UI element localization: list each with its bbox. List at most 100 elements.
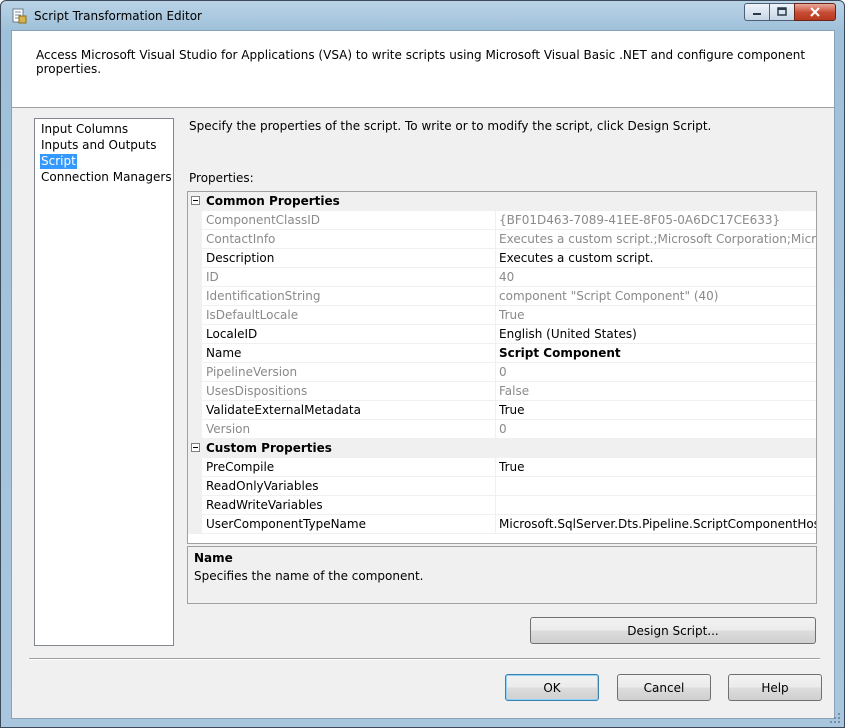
property-row[interactable]: UsesDispositions False bbox=[188, 382, 816, 401]
row-gutter bbox=[188, 401, 202, 420]
category-custom-properties[interactable]: Custom Properties bbox=[188, 439, 816, 458]
property-name: Description bbox=[206, 251, 275, 265]
row-gutter bbox=[188, 420, 202, 439]
property-value[interactable]: Script Component bbox=[495, 344, 816, 362]
property-value[interactable]: 0 bbox=[495, 420, 816, 438]
property-value[interactable]: False bbox=[495, 382, 816, 400]
property-row[interactable]: Description Executes a custom script. bbox=[188, 249, 816, 268]
design-script-button[interactable]: Design Script... bbox=[530, 617, 816, 644]
property-value[interactable]: 40 bbox=[495, 268, 816, 286]
row-gutter bbox=[188, 496, 202, 515]
resize-grip-icon[interactable] bbox=[829, 712, 841, 724]
instruction-text: Specify the properties of the script. To… bbox=[189, 119, 712, 133]
property-row[interactable]: PreCompile True bbox=[188, 458, 816, 477]
row-gutter bbox=[188, 306, 202, 325]
property-name: ReadWriteVariables bbox=[206, 498, 323, 512]
header-divider bbox=[12, 107, 834, 108]
help-title: Name bbox=[194, 551, 233, 565]
collapse-icon[interactable] bbox=[191, 443, 200, 452]
property-name: PreCompile bbox=[206, 460, 275, 474]
row-gutter bbox=[188, 230, 202, 249]
title-bar[interactable]: Script Transformation Editor bbox=[1, 1, 844, 31]
property-value[interactable]: {BF01D463-7089-41EE-8F05-0A6DC17CE633} bbox=[495, 211, 816, 229]
row-gutter bbox=[188, 363, 202, 382]
ok-button[interactable]: OK bbox=[505, 674, 599, 701]
property-value[interactable]: True bbox=[495, 401, 816, 419]
minimize-button[interactable] bbox=[744, 3, 770, 21]
maximize-icon bbox=[777, 7, 787, 16]
property-name: UsesDispositions bbox=[206, 384, 308, 398]
maximize-button[interactable] bbox=[769, 3, 795, 21]
property-row[interactable]: ValidateExternalMetadata True bbox=[188, 401, 816, 420]
property-name: Version bbox=[206, 422, 251, 436]
property-value[interactable]: Executes a custom script. bbox=[495, 249, 816, 267]
property-row[interactable]: UserComponentTypeName Microsoft.SqlServer… bbox=[188, 515, 816, 534]
property-name: ID bbox=[206, 270, 219, 284]
property-name: Name bbox=[206, 346, 242, 360]
close-button[interactable] bbox=[794, 3, 836, 21]
property-row[interactable]: IsDefaultLocale True bbox=[188, 306, 816, 325]
footer-divider bbox=[29, 658, 820, 659]
property-row[interactable]: ReadOnlyVariables bbox=[188, 477, 816, 496]
property-row[interactable]: ComponentClassID {BF01D463-7089-41EE-8F05… bbox=[188, 211, 816, 230]
help-description: Specifies the name of the component. bbox=[194, 569, 424, 583]
property-value[interactable]: 0 bbox=[495, 363, 816, 381]
dialog-client-area: Access Microsoft Visual Studio for Appli… bbox=[11, 30, 835, 719]
property-name: IdentificationString bbox=[206, 289, 321, 303]
property-name: ComponentClassID bbox=[206, 213, 321, 227]
property-name: ValidateExternalMetadata bbox=[206, 403, 361, 417]
close-icon bbox=[810, 7, 820, 17]
row-gutter bbox=[188, 211, 202, 230]
row-gutter bbox=[188, 515, 202, 534]
property-value[interactable] bbox=[495, 477, 816, 495]
property-value[interactable]: True bbox=[495, 458, 816, 476]
property-row[interactable]: ID 40 bbox=[188, 268, 816, 287]
property-row[interactable]: ContactInfo Executes a custom script.;Mic… bbox=[188, 230, 816, 249]
property-name: UserComponentTypeName bbox=[206, 517, 366, 531]
property-value[interactable]: Microsoft.SqlServer.Dts.Pipeline.ScriptC… bbox=[495, 515, 816, 533]
category-common-properties[interactable]: Common Properties bbox=[188, 192, 816, 211]
property-row[interactable]: ReadWriteVariables bbox=[188, 496, 816, 515]
property-value[interactable]: component "Script Component" (40) bbox=[495, 287, 816, 305]
window-title: Script Transformation Editor bbox=[34, 9, 202, 23]
property-name: LocaleID bbox=[206, 327, 258, 341]
header-description: Access Microsoft Visual Studio for Appli… bbox=[36, 48, 806, 76]
help-button[interactable]: Help bbox=[728, 674, 822, 701]
minimize-icon bbox=[753, 13, 761, 15]
nav-item-inputs-and-outputs[interactable]: Inputs and Outputs bbox=[40, 138, 157, 153]
collapse-icon[interactable] bbox=[191, 196, 200, 205]
row-gutter bbox=[188, 344, 202, 363]
nav-item-script[interactable]: Script bbox=[40, 154, 77, 169]
property-grid[interactable]: Common Properties ComponentClassID {BF01D… bbox=[187, 191, 817, 544]
row-gutter bbox=[188, 325, 202, 344]
row-gutter bbox=[188, 249, 202, 268]
category-label: Common Properties bbox=[206, 194, 340, 208]
property-value[interactable]: True bbox=[495, 306, 816, 324]
property-value[interactable]: English (United States) bbox=[495, 325, 816, 343]
category-label: Custom Properties bbox=[206, 441, 332, 455]
cancel-button[interactable]: Cancel bbox=[617, 674, 711, 701]
property-help-panel: Name Specifies the name of the component… bbox=[187, 546, 817, 604]
properties-label: Properties: bbox=[189, 171, 254, 185]
row-gutter bbox=[188, 477, 202, 496]
page-navigation-list: Input Columns Inputs and Outputs Script … bbox=[34, 118, 174, 646]
property-value[interactable]: Executes a custom script.;Microsoft Corp… bbox=[495, 230, 816, 248]
property-row[interactable]: LocaleID English (United States) bbox=[188, 325, 816, 344]
property-row[interactable]: PipelineVersion 0 bbox=[188, 363, 816, 382]
row-gutter bbox=[188, 382, 202, 401]
nav-item-input-columns[interactable]: Input Columns bbox=[40, 122, 129, 137]
property-name: ContactInfo bbox=[206, 232, 276, 246]
property-row[interactable]: Version 0 bbox=[188, 420, 816, 439]
property-row-selected[interactable]: Name Script Component bbox=[188, 344, 816, 363]
row-gutter bbox=[188, 287, 202, 306]
header-band: Access Microsoft Visual Studio for Appli… bbox=[12, 31, 834, 107]
row-gutter bbox=[188, 458, 202, 477]
property-name: ReadOnlyVariables bbox=[206, 479, 319, 493]
property-name: PipelineVersion bbox=[206, 365, 298, 379]
row-gutter bbox=[188, 268, 202, 287]
property-row[interactable]: IdentificationString component "Script Co… bbox=[188, 287, 816, 306]
script-transformation-editor-window: Script Transformation Editor Access Micr… bbox=[0, 0, 845, 728]
property-name: IsDefaultLocale bbox=[206, 308, 299, 322]
nav-item-connection-managers[interactable]: Connection Managers bbox=[40, 170, 173, 185]
property-value[interactable] bbox=[495, 496, 816, 514]
